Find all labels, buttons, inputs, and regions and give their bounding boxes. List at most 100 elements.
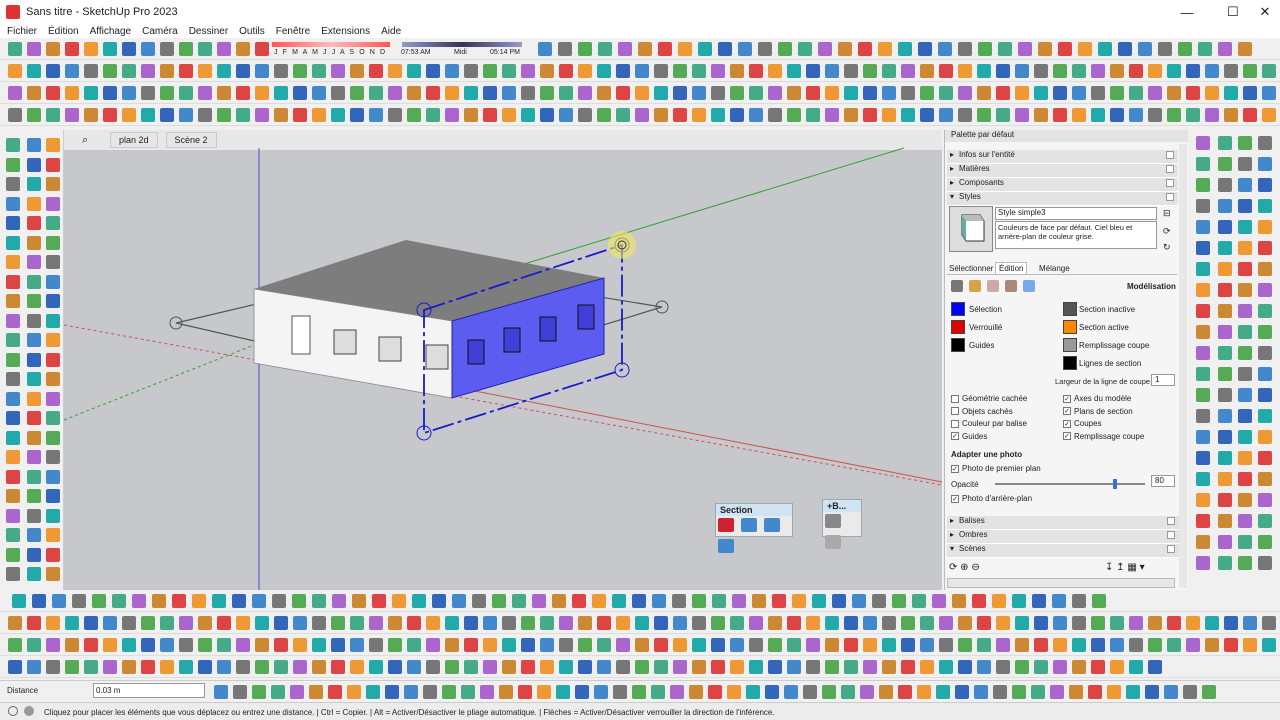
toolbar-tool-icon[interactable] [618,42,632,56]
toolbar-tool-icon[interactable] [1186,638,1200,652]
toolbar-tool-icon[interactable] [635,616,649,630]
toolbar-tool-icon[interactable] [1224,86,1238,100]
toolbar-tool-icon[interactable] [616,108,630,122]
toolbar-tool-icon[interactable] [578,616,592,630]
toolbar-tool-icon[interactable] [369,638,383,652]
toolbar-tool-icon[interactable] [1258,241,1272,255]
toolbar-tool-icon[interactable] [46,430,60,445]
toolbar-tool-icon[interactable] [198,616,212,630]
toolbar-tool-icon[interactable] [160,42,174,56]
tray-scrollbar[interactable] [1179,144,1187,588]
toolbar-tool-icon[interactable] [1262,64,1276,78]
toolbar-tool-icon[interactable] [8,86,22,100]
toolbar-tool-icon[interactable] [1224,638,1238,652]
toolbar-tool-icon[interactable] [1258,430,1272,444]
toolbar-tool-icon[interactable] [1015,64,1029,78]
toolbar-tool-icon[interactable] [442,685,456,699]
toolbar-tool-icon[interactable] [369,616,383,630]
toolbar-tool-icon[interactable] [803,685,817,699]
toolbar-tool-icon[interactable] [977,616,991,630]
checkbox[interactable]: ✓ [1063,419,1071,428]
toolbar-tool-icon[interactable] [46,157,60,172]
toolbar-tool-icon[interactable] [179,108,193,122]
toolbar-tool-icon[interactable] [1031,685,1045,699]
remove-scene-icon[interactable]: ⊖ [971,562,979,573]
toolbar-tool-icon[interactable] [1243,64,1257,78]
toolbar-tool-icon[interactable] [939,86,953,100]
toolbar-tool-icon[interactable] [711,64,725,78]
toolbar-tool-icon[interactable] [652,594,666,608]
toolbar-tool-icon[interactable] [1196,325,1210,339]
toolbar-tool-icon[interactable] [412,594,426,608]
toolbar-tool-icon[interactable] [1015,616,1029,630]
toolbar-tool-icon[interactable] [1158,42,1172,56]
toolbar-tool-icon[interactable] [84,660,98,674]
toolbar-tool-icon[interactable] [901,86,915,100]
toolbar-tool-icon[interactable] [179,660,193,674]
toolbar-tool-icon[interactable] [613,685,627,699]
toolbar-tool-icon[interactable] [1218,514,1232,528]
checkbox[interactable]: ✓ [1063,432,1071,440]
toolbar-tool-icon[interactable] [1196,514,1210,528]
toolbar-tool-icon[interactable] [977,108,991,122]
toolbar-tool-icon[interactable] [1178,42,1192,56]
face-settings-icon[interactable] [969,280,981,292]
toolbar-tool-icon[interactable] [727,685,741,699]
toolbar-tool-icon[interactable] [559,86,573,100]
toolbar-tool-icon[interactable] [901,616,915,630]
toolbar-tool-icon[interactable] [179,86,193,100]
toolbar-tool-icon[interactable] [312,660,326,674]
menu-extensions[interactable]: Extensions [321,26,370,37]
tray-section-scenes[interactable]: Scènes [947,544,1179,558]
toolbar-tool-icon[interactable] [844,660,858,674]
toolbar-tool-icon[interactable] [6,196,20,211]
toolbar-tool-icon[interactable] [977,64,991,78]
toolbar-tool-icon[interactable] [863,108,877,122]
toolbar-tool-icon[interactable] [1129,638,1143,652]
toolbar-tool-icon[interactable] [841,685,855,699]
toolbar-tool-icon[interactable] [46,528,60,542]
toolbar-tool-icon[interactable] [730,108,744,122]
toolbar-tool-icon[interactable] [882,108,896,122]
toolbar-tool-icon[interactable] [1032,594,1046,608]
toolbar-tool-icon[interactable] [274,660,288,674]
toolbar-tool-icon[interactable] [1258,514,1272,528]
toolbar-tool-icon[interactable] [331,64,345,78]
toolbar-tool-icon[interactable] [46,567,60,581]
toolbar-tool-icon[interactable] [1088,685,1102,699]
photo-front-check[interactable]: ✓ Photo de premier plan [951,464,1041,473]
toolbar-tool-icon[interactable] [309,685,323,699]
toolbar-tool-icon[interactable] [540,86,554,100]
toolbar-tool-icon[interactable] [1238,556,1252,570]
toolbar-tool-icon[interactable] [141,42,155,56]
toolbar-tool-icon[interactable] [521,616,535,630]
toolbar-tool-icon[interactable] [578,108,592,122]
toolbar-tool-icon[interactable] [1258,325,1272,339]
toolbar-tool-icon[interactable] [787,616,801,630]
toolbar-tool-icon[interactable] [27,508,41,523]
toolbar-tool-icon[interactable] [480,685,494,699]
toolbar-tool-icon[interactable] [46,547,60,562]
toolbar-tool-icon[interactable] [1205,616,1219,630]
toolbar-tool-icon[interactable] [578,86,592,100]
toolbar-tool-icon[interactable] [1118,42,1132,56]
toolbar-tool-icon[interactable] [698,42,712,56]
toolbar-tool-icon[interactable] [882,86,896,100]
toolbar-tool-icon[interactable] [993,685,1007,699]
toolbar-tool-icon[interactable] [692,86,706,100]
toolbar-tool-icon[interactable] [806,638,820,652]
menu-fichier[interactable]: Fichier [7,26,37,37]
close-icon[interactable] [1166,165,1174,173]
toolbar-tool-icon[interactable] [1218,388,1232,402]
toolbar-tool-icon[interactable] [331,616,345,630]
toolbar-tool-icon[interactable] [818,42,832,56]
toolbar-tool-icon[interactable] [464,108,478,122]
toolbar-tool-icon[interactable] [369,108,383,122]
toolbar-tool-icon[interactable] [46,274,60,289]
toolbar-tool-icon[interactable] [878,42,892,56]
toolbar-tool-icon[interactable] [538,42,552,56]
toolbar-tool-icon[interactable] [1218,556,1232,570]
toolbar-tool-icon[interactable] [592,594,606,608]
toolbar-tool-icon[interactable] [1238,136,1252,150]
toolbar-tool-icon[interactable] [388,108,402,122]
